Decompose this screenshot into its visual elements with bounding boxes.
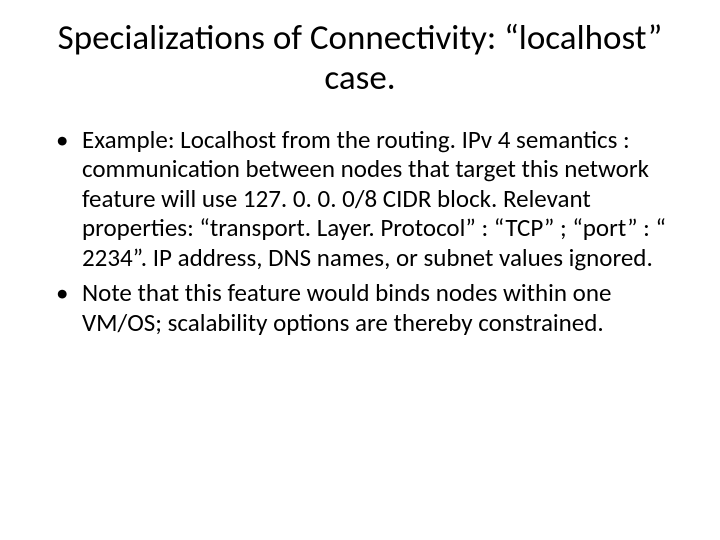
list-item: Note that this feature would binds nodes… [56,278,680,337]
slide-body: Example: Localhost from the routing. IPv… [40,125,680,338]
bullet-list: Example: Localhost from the routing. IPv… [56,125,680,338]
bullet-text: Example: Localhost from the routing. IPv… [82,124,666,273]
bullet-text: Note that this feature would binds nodes… [82,277,611,338]
slide-title: Specializations of Connectivity: “localh… [40,18,680,99]
list-item: Example: Localhost from the routing. IPv… [56,125,680,273]
slide: Specializations of Connectivity: “localh… [0,0,720,540]
